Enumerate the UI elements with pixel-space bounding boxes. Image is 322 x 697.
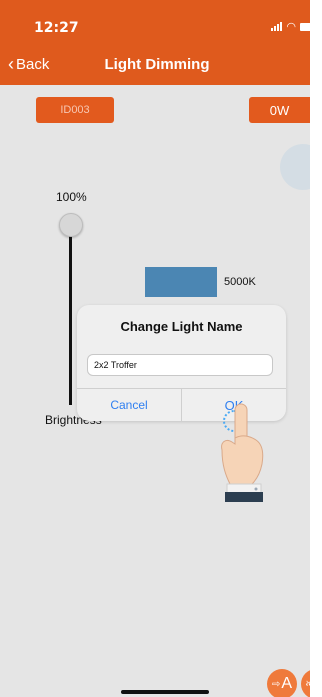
page-title-text: Light Dimming: [104, 56, 210, 73]
signal-icon: [271, 22, 283, 31]
brightness-slider-knob[interactable]: [59, 213, 83, 237]
auto-mode-label: A: [281, 675, 293, 692]
auto-mode-button[interactable]: ⇨ A: [267, 669, 297, 697]
nav-bar: ‹ Back Light Dimming: [0, 45, 310, 85]
phone-screen: 12:27 ◠ ‹ Back Light Dimming ID003 0W 10…: [0, 0, 310, 697]
pointing-hand-icon: [221, 403, 264, 502]
page-title: Light Dimming: [0, 56, 310, 73]
brightness-percent: 100%: [56, 190, 87, 204]
power-button[interactable]: 0W: [249, 97, 310, 123]
color-temp-label: 5000K: [224, 276, 256, 288]
color-temp-swatch[interactable]: [145, 267, 217, 297]
dialog-title: Change Light Name: [120, 319, 243, 334]
brightness-slider-track[interactable]: [69, 225, 72, 405]
light-name-input[interactable]: 2x2 Troffer: [87, 354, 273, 376]
status-icons: ◠: [271, 20, 310, 33]
home-indicator: [121, 690, 209, 694]
light-id-button[interactable]: ID003: [36, 97, 114, 123]
status-bar: 12:27 ◠: [0, 0, 310, 45]
screen-edge: [310, 0, 322, 697]
battery-icon: [300, 22, 310, 31]
cancel-button[interactable]: Cancel: [77, 389, 181, 421]
wifi-icon: ◠: [286, 21, 296, 33]
arrow-right-icon: ⇨: [271, 678, 281, 690]
status-time: 12:27: [34, 20, 79, 36]
